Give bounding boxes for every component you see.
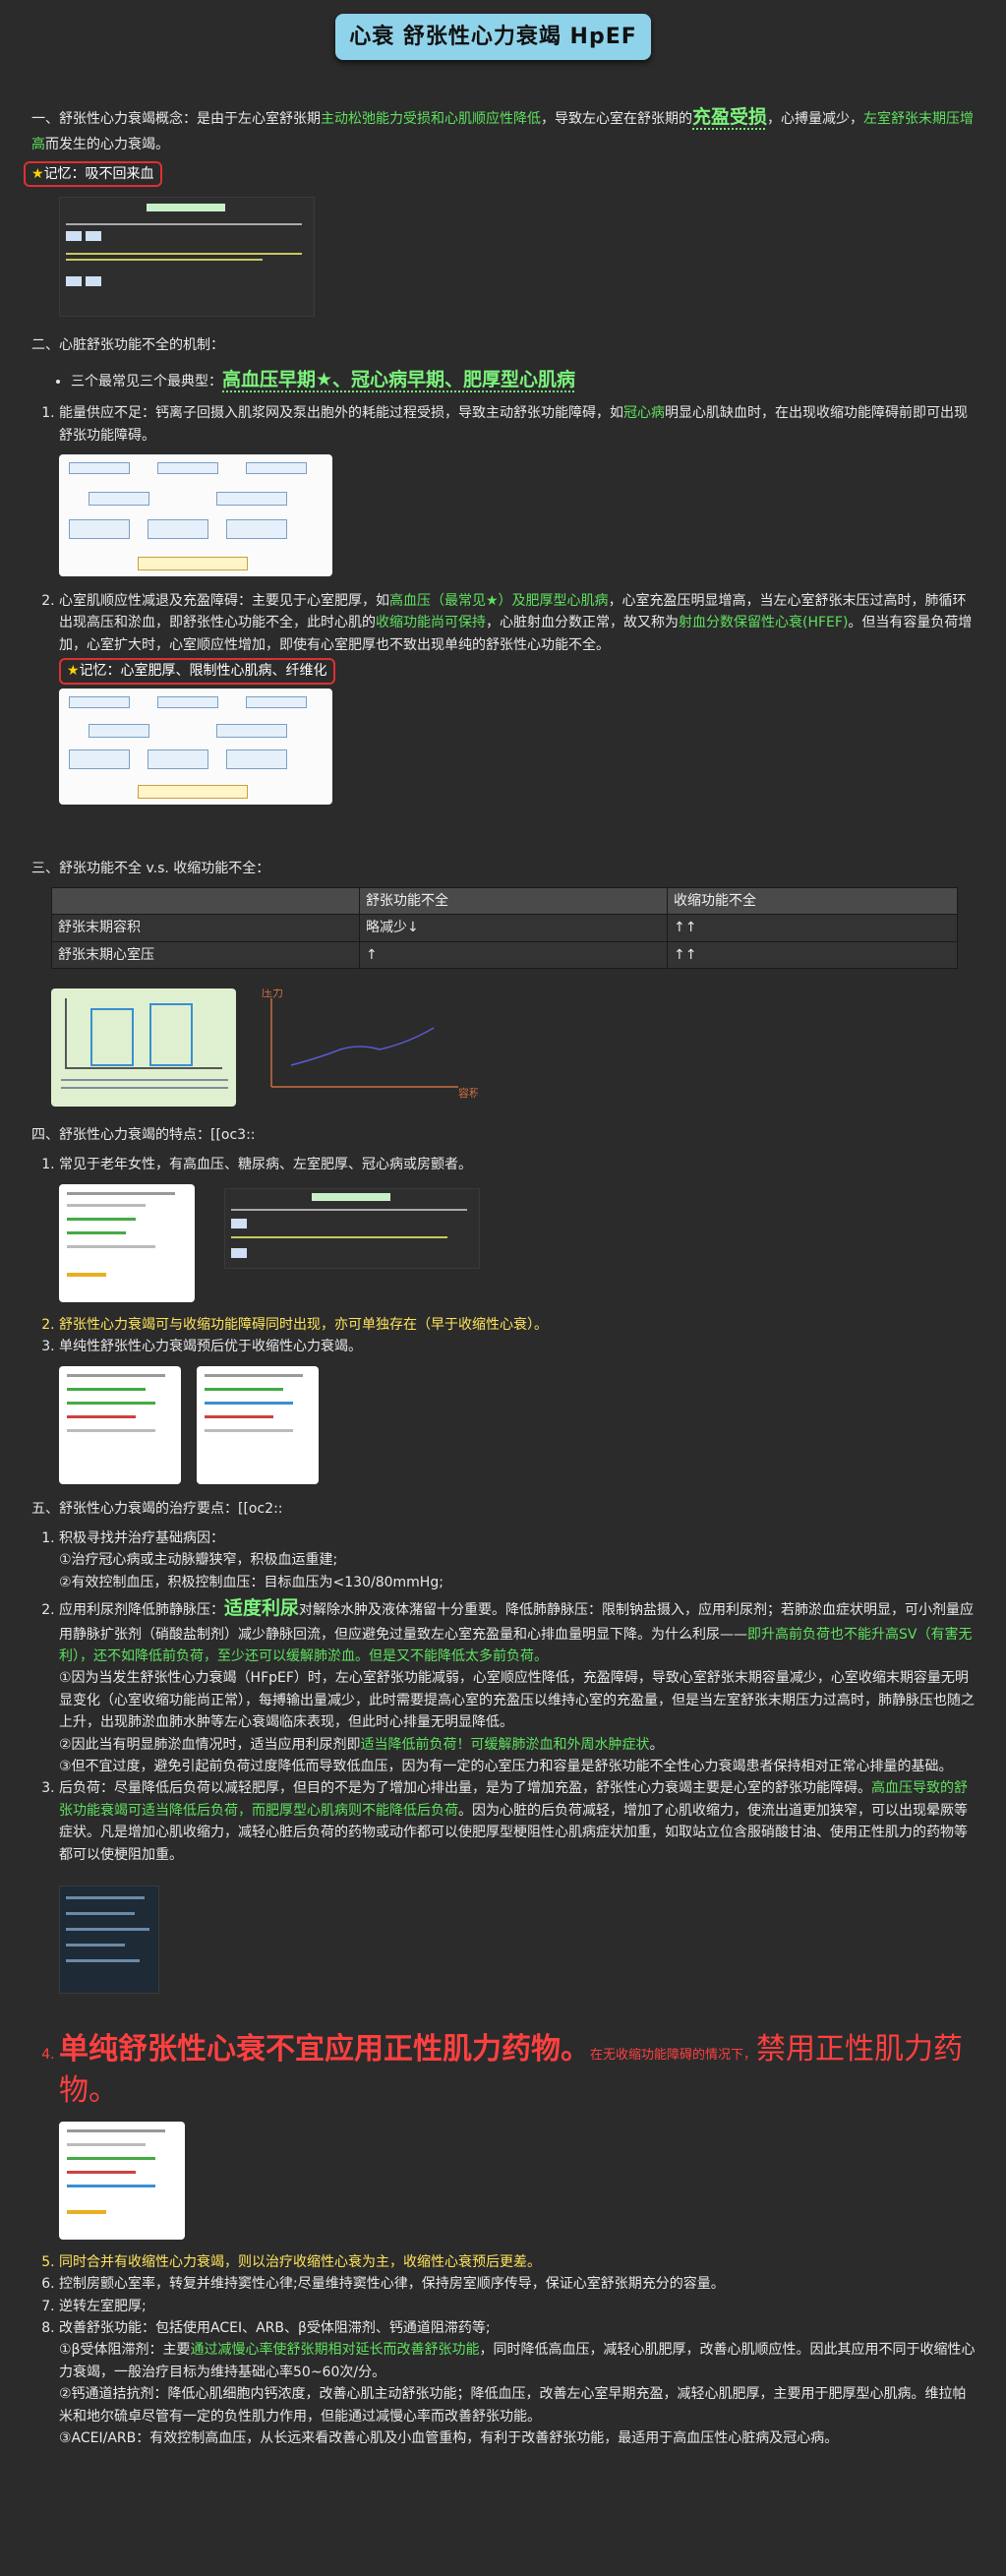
s2-diagram-1	[59, 453, 332, 576]
table-header: 舒张功能不全	[359, 886, 668, 916]
s4-image-b	[224, 1187, 481, 1269]
s5-image-b	[59, 2121, 185, 2240]
s4-images-1	[59, 1183, 976, 1306]
s1-definition: 一、舒张性心力衰竭概念：是由于左心室舒张期主动松弛能力受损和心肌顺应性降低，导致…	[31, 106, 975, 152]
s5-item-4: 单纯舒张性心衰不宜应用正性肌力药物。在无收缩功能障碍的情况下，禁用正性肌力药物。	[59, 2029, 976, 2240]
s4-item-2: 舒张性心力衰竭可与收缩功能障碍同时出现，亦可单独存在（早于收缩性心衰）。	[59, 1314, 976, 1336]
s5-item-6: 控制房颤心室率，转复并维持窦性心律;尽量维持窦性心律，保持房室顺序传导，保证心室…	[59, 2273, 976, 2295]
s3-figure-pv-loop	[51, 988, 236, 1108]
s3-heading: 三、舒张功能不全 v.s. 收缩功能不全：	[31, 860, 270, 876]
s2-bullet: 三个最常见三个最典型：高血压早期★、冠心病早期、肥厚型心肌病	[71, 365, 976, 394]
s2-heading: 二、心脏舒张功能不全的机制：	[31, 337, 224, 354]
s1-memo-wrap: ★记忆：吸不回来血	[10, 161, 976, 188]
table-cell: 舒张末期心室压	[51, 940, 360, 970]
page: 心衰 舒张性心力衰竭 HpEF 一、舒张性心力衰竭概念：是由于左心室舒张期主动松…	[0, 0, 986, 2449]
comparison-table: 舒张功能不全 收缩功能不全 舒张末期容积 略减少↓ ↑↑ 舒张末期心室压 ↑ ↑…	[51, 886, 958, 970]
s2-item-1: 能量供应不足：钙离子回摄入肌浆网及泵出胞外的耗能过程受损，导致主动舒张功能障碍，…	[59, 402, 976, 576]
s5-item-3: 后负荷：尽量降低后负荷以减轻肥厚，但目的不是为了增加心排出量，是为了增加充盈，舒…	[59, 1777, 976, 1994]
s5-heading: 五、舒张性心力衰竭的治疗要点：[[oc2::	[31, 1500, 283, 1517]
page-title: 心衰 舒张性心力衰竭 HpEF	[335, 14, 651, 61]
s3-figures: 压力 容积	[51, 987, 976, 1110]
y-axis-label: 压力	[262, 988, 283, 999]
table-cell: 略减少↓	[359, 914, 668, 942]
s5-item-2: 应用利尿剂降低肺静脉压：适度利尿对解除水肿及液体潴留十分重要。降低肺静脉压：限制…	[59, 1593, 976, 1777]
s5-item-8: 改善舒张功能：包括使用ACEI、ARB、β受体阻滞剂、钙通道阻滞药等; ①β受体…	[59, 2317, 976, 2449]
x-axis-label: 容积	[458, 1086, 478, 1100]
s2-memo-wrap: ★记忆：心室肥厚、限制性心肌病、纤维化	[59, 658, 976, 685]
s4-image-d	[197, 1365, 320, 1484]
table-cell: 舒张末期容积	[51, 914, 360, 942]
s2-memo: ★记忆：心室肥厚、限制性心肌病、纤维化	[59, 658, 335, 685]
s5-image-a	[59, 1885, 159, 1994]
s4-item-3: 单纯性舒张性心力衰竭预后优于收缩性心力衰竭。	[59, 1336, 976, 1487]
table-header: 收缩功能不全	[667, 886, 958, 916]
s4-image-a	[59, 1183, 195, 1302]
table-row: 舒张末期心室压 ↑ ↑↑	[51, 940, 958, 970]
s2-bullets: 三个最常见三个最典型：高血压早期★、冠心病早期、肥厚型心肌病	[10, 365, 976, 394]
pv-curve	[291, 1027, 435, 1066]
s4-list: 常见于老年女性，有高血压、糖尿病、左室肥厚、冠心病或房颤者。	[10, 1154, 976, 1487]
s5-item-5: 同时合并有收缩性心力衰竭，则以治疗收缩性心衰为主，收缩性心衰预后更差。	[59, 2251, 976, 2273]
table-cell: ↑↑	[667, 914, 958, 942]
s4-heading: 四、舒张性心力衰竭的特点：[[oc3::	[31, 1127, 256, 1144]
star-icon: ★	[67, 663, 80, 680]
s5-list: 积极寻找并治疗基础病因： ①治疗冠心病或主动脉瓣狭窄，积极血运重建; ②有效控制…	[10, 1528, 976, 2449]
s1-image	[59, 197, 315, 318]
s5-item-7: 逆转左室肥厚;	[59, 2296, 976, 2317]
s2-list: 能量供应不足：钙离子回摄入肌浆网及泵出胞外的耗能过程受损，导致主动舒张功能障碍，…	[10, 402, 976, 805]
star-icon: ★	[31, 166, 44, 182]
s3-figure-curve: 压力 容积	[262, 987, 480, 1100]
table-header	[51, 886, 360, 916]
s2-diagram-2	[59, 688, 332, 805]
s4-images-2	[59, 1365, 976, 1488]
table-cell: ↑↑	[667, 940, 958, 970]
table-cell: ↑	[359, 940, 668, 970]
title-wrap: 心衰 舒张性心力衰竭 HpEF	[10, 0, 976, 65]
s5-item-1: 积极寻找并治疗基础病因： ①治疗冠心病或主动脉瓣狭窄，积极血运重建; ②有效控制…	[59, 1528, 976, 1593]
s4-image-c	[59, 1365, 181, 1484]
s2-item-2: 心室肌顺应性减退及充盈障碍：主要见于心室肥厚，如高血压（最常见★）及肥厚型心肌病…	[59, 590, 976, 805]
s1-memo: ★记忆：吸不回来血	[24, 161, 162, 188]
table-header-row: 舒张功能不全 收缩功能不全	[51, 886, 958, 916]
s4-item-1: 常见于老年女性，有高血压、糖尿病、左室肥厚、冠心病或房颤者。	[59, 1154, 976, 1305]
table-row: 舒张末期容积 略减少↓ ↑↑	[51, 914, 958, 942]
